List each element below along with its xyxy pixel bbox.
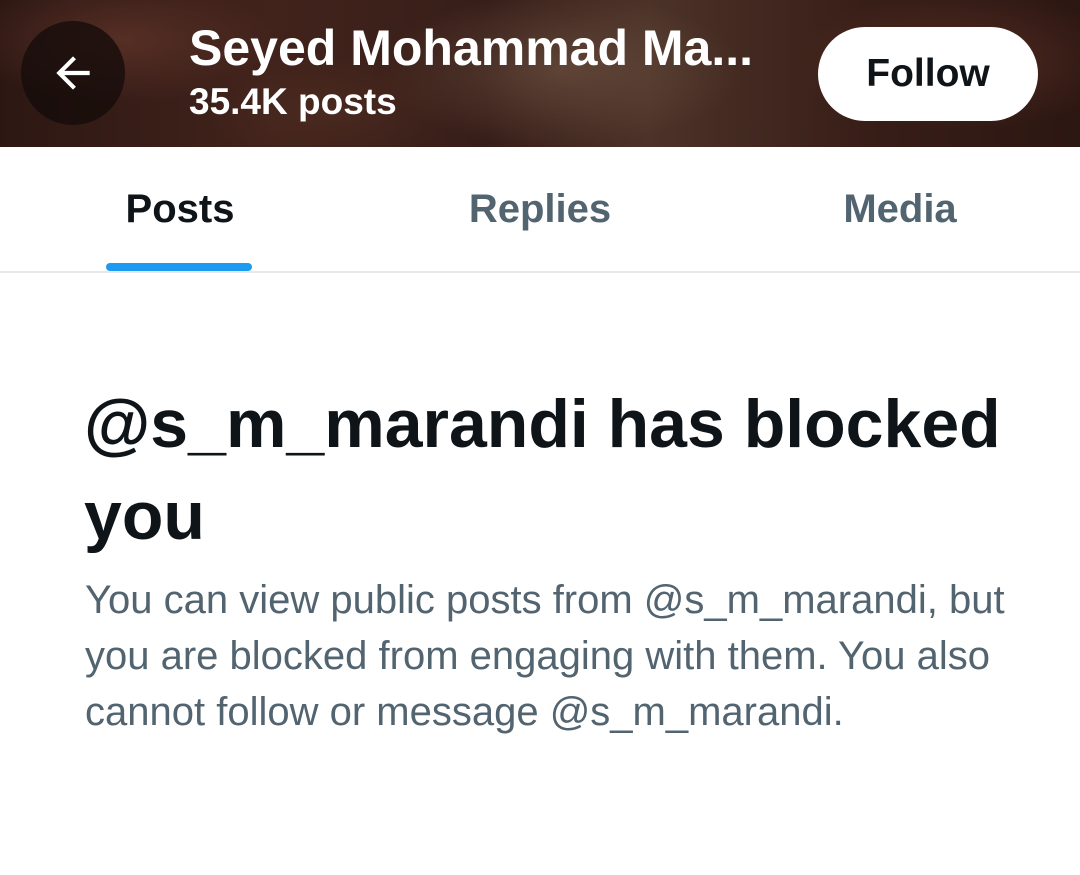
tab-replies[interactable]: Replies (430, 147, 650, 271)
blocked-description: You can view public posts from @s_m_mara… (85, 578, 1005, 734)
profile-tabs: Posts Replies Media (0, 147, 1080, 273)
post-count: 35.4K posts (189, 81, 397, 122)
back-button[interactable] (21, 21, 125, 125)
active-tab-indicator (106, 263, 252, 271)
profile-header: Seyed Mohammad Ma... 35.4K posts Follow (0, 0, 1080, 147)
profile-name: Seyed Mohammad Ma... (189, 20, 754, 76)
tab-posts[interactable]: Posts (80, 147, 280, 271)
blocked-heading: @s_m_marandi has blocked you (84, 386, 1001, 554)
tab-media[interactable]: Media (800, 147, 1000, 271)
profile-title-block: Seyed Mohammad Ma... 35.4K posts (189, 18, 804, 124)
follow-button[interactable]: Follow (818, 27, 1038, 121)
arrow-left-icon (56, 56, 90, 90)
